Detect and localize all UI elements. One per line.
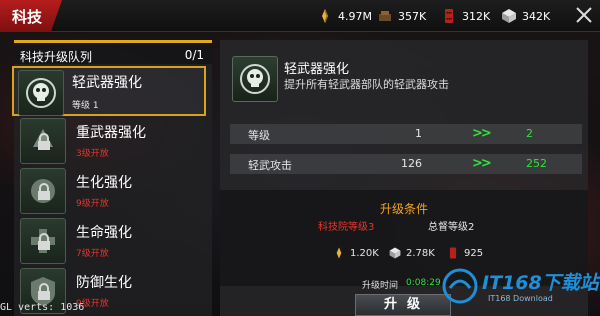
stat-row-attack: 轻武攻击 126 >> 252	[230, 154, 582, 174]
detail-title: 轻武器强化	[284, 62, 350, 77]
skull-icon	[18, 70, 64, 116]
conditions-title: 升级条件	[379, 202, 428, 216]
cost-oil: 925	[446, 246, 483, 260]
cost-iron: 2.78K	[388, 246, 435, 260]
biohazard-icon	[20, 168, 66, 214]
cost-value: 925	[464, 247, 484, 259]
upgrade-time-value: 0:08:29	[406, 278, 441, 288]
page-title-tab: 科技	[0, 0, 62, 32]
skull-icon	[232, 56, 278, 102]
lock-icon	[38, 283, 50, 300]
health-icon	[20, 218, 66, 264]
watermark-text: IT168下载站	[482, 272, 599, 294]
tech-item-biochem[interactable]: 生化强化 9级开放	[20, 168, 218, 216]
heavy-weapon-icon	[20, 118, 66, 164]
steel-icon	[500, 7, 518, 25]
tech-item-name: 生命强化	[76, 225, 132, 241]
food-icon	[336, 247, 342, 259]
double-chevron-right-icon: >>	[472, 126, 492, 141]
stat-next: 2	[526, 127, 533, 140]
stat-label: 轻武攻击	[248, 159, 292, 172]
tech-item-unlock-level: 7级开放	[76, 249, 109, 259]
detail-description: 提升所有轻武器部队的轻武器攻击	[284, 78, 449, 91]
debug-gl-verts: GL verts: 1036	[0, 302, 85, 313]
upgrade-button[interactable]: 升级	[355, 294, 451, 316]
steel-value: 342K	[522, 9, 551, 23]
iron-icon	[376, 7, 394, 25]
lock-icon	[38, 183, 50, 200]
page-title: 科技	[12, 7, 43, 26]
food-value: 4.97M	[338, 9, 372, 23]
close-button[interactable]	[572, 4, 596, 28]
queue-count: 0/1	[184, 48, 204, 62]
tech-item-light-weapons[interactable]: 轻武器强化 等级 1	[12, 66, 206, 116]
resource-steel[interactable]: 342K	[500, 6, 550, 26]
watermark: IT168下载站 IT168 Download	[440, 262, 600, 316]
oil-value: 312K	[462, 9, 491, 23]
double-chevron-right-icon: >>	[472, 156, 492, 171]
stat-current: 1	[415, 127, 422, 140]
stat-current: 126	[401, 157, 422, 170]
tech-item-level: 等级 1	[72, 101, 99, 111]
watermark-logo-icon	[442, 268, 478, 304]
resource-food[interactable]: 4.97M	[316, 6, 372, 26]
requirement-unmet: 科技院等级3	[318, 222, 375, 233]
tech-item-heavy-weapons[interactable]: 重武器强化 3级开放	[20, 118, 218, 166]
stat-next: 252	[526, 157, 547, 170]
requirement-met: 总督等级2	[428, 222, 475, 233]
tech-item-name: 轻武器强化	[72, 75, 142, 91]
lock-icon	[38, 233, 50, 250]
iron-icon	[389, 247, 401, 259]
tech-item-unlock-level: 9级开放	[76, 199, 109, 209]
oil-icon	[449, 247, 457, 259]
watermark-subtext: IT168 Download	[488, 294, 553, 303]
queue-label: 科技升级队列	[20, 50, 93, 64]
tech-item-name: 防御生化	[76, 275, 132, 291]
iron-value: 357K	[398, 9, 427, 23]
cost-food: 1.20K	[332, 246, 379, 260]
stat-label: 等级	[248, 129, 270, 142]
oil-icon	[440, 7, 458, 25]
stat-row-level: 等级 1 >> 2	[230, 124, 582, 144]
queue-header: 科技升级队列 0/1	[14, 40, 212, 64]
cost-value: 2.78K	[406, 247, 435, 259]
food-icon	[316, 7, 334, 25]
lock-icon	[38, 133, 50, 150]
close-icon	[576, 7, 592, 23]
cost-value: 1.20K	[350, 247, 379, 259]
top-bar: 科技 4.97M 357K 312K 342K	[0, 0, 600, 32]
resource-oil[interactable]: 312K	[440, 6, 490, 26]
resource-iron[interactable]: 357K	[376, 6, 426, 26]
tech-item-life[interactable]: 生命强化 7级开放	[20, 218, 218, 266]
tech-item-unlock-level: 3级开放	[76, 149, 109, 159]
upgrade-time-label: 升级时间	[362, 281, 399, 291]
tech-item-name: 生化强化	[76, 175, 132, 191]
tech-item-name: 重武器强化	[76, 125, 146, 141]
